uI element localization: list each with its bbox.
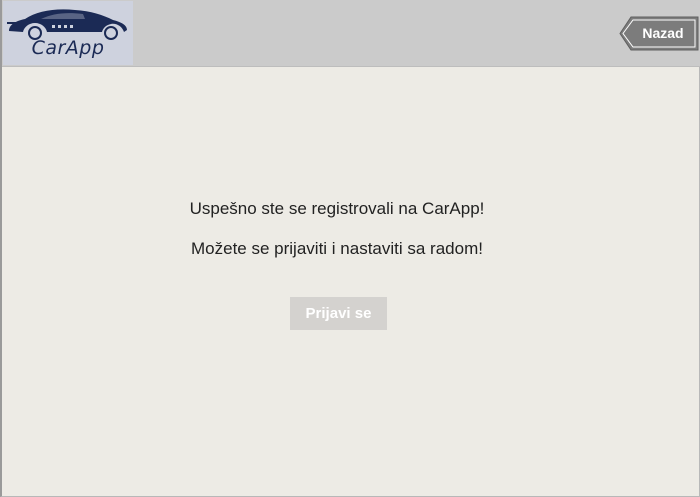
app-window: CarApp Nazad Uspešno ste se registrovali… [0, 0, 700, 497]
success-message: Uspešno ste se registrovali na CarApp! [189, 199, 485, 218]
message-area: Uspešno ste se registrovali na CarApp! M… [2, 196, 672, 262]
continue-message: Možete se prijaviti i nastaviti sa radom… [191, 239, 483, 258]
back-button-label: Nazad [642, 25, 684, 41]
back-button[interactable]: Nazad [619, 16, 699, 51]
logo-text: CarApp [31, 37, 105, 59]
carapp-logo: CarApp [3, 1, 133, 65]
login-button[interactable]: Prijavi se [290, 297, 387, 330]
header-bar: CarApp Nazad [2, 0, 700, 67]
